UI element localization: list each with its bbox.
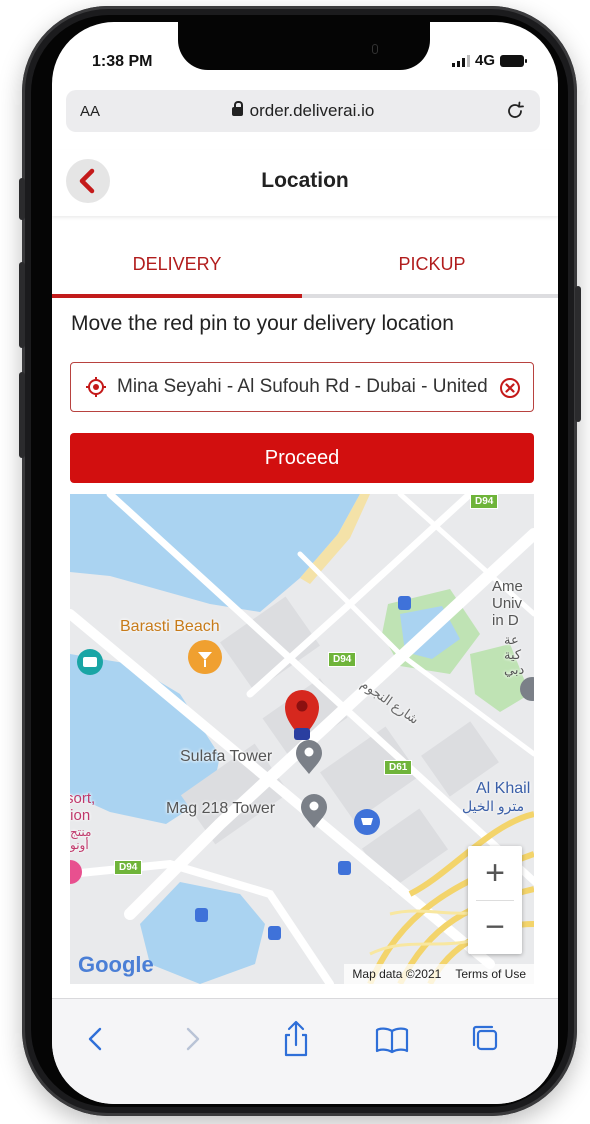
crosshair-icon[interactable] — [85, 376, 107, 398]
map-label-resort-ar: منتج أونو — [70, 825, 92, 852]
volume-down-button — [19, 372, 25, 458]
status-indicators: 4G — [451, 52, 527, 69]
forward-nav-icon[interactable] — [170, 1019, 214, 1059]
page-title: Location — [261, 169, 349, 192]
map-label-barasti: Barasti Beach — [120, 618, 220, 635]
road-badge-d94-top: D94 — [470, 494, 499, 509]
zoom-out-button[interactable]: − — [468, 900, 522, 954]
silent-switch — [19, 178, 25, 220]
map-label-university-ar: عة كية دبي — [504, 632, 525, 677]
url-display[interactable]: order.deliverai.io — [66, 101, 540, 121]
share-icon[interactable] — [274, 1019, 318, 1059]
signal-icon — [451, 54, 470, 67]
tab-active-indicator — [52, 294, 302, 298]
address-bar[interactable]: AA order.deliverai.io — [66, 90, 540, 132]
notch — [178, 22, 430, 70]
tabs-icon[interactable] — [464, 1019, 508, 1059]
camera-sensor — [372, 44, 378, 54]
instruction-text: Move the red pin to your delivery locati… — [71, 312, 454, 335]
terms-of-use-link[interactable]: Terms of Use — [455, 967, 526, 981]
phone-screen: 1:38 PM 4G AA order.deliverai.io Locatio… — [52, 22, 558, 1104]
map-canvas — [70, 494, 534, 984]
zoom-in-button[interactable]: + — [468, 846, 522, 900]
map-label-al-khail-ar: مترو الخيل — [462, 798, 525, 814]
map-view[interactable]: Barasti Beach Sulafa Tower Mag 218 Tower… — [70, 494, 534, 984]
map-label-sulafa: Sulafa Tower — [180, 748, 273, 765]
map-label-mag218: Mag 218 Tower — [166, 800, 276, 817]
network-label: 4G — [474, 52, 495, 69]
location-search-field[interactable] — [70, 362, 534, 412]
reload-icon[interactable] — [500, 96, 530, 126]
page-header: Location — [52, 150, 558, 216]
battery-icon — [500, 54, 527, 67]
browser-toolbar — [52, 998, 558, 1104]
map-label-al-khail: Al Khail — [476, 780, 531, 797]
status-time: 1:38 PM — [92, 53, 153, 70]
map-data-text: Map data ©2021 — [352, 967, 442, 981]
road-badge-d94-left: D94 — [114, 860, 143, 875]
road-badge-d94-mid: D94 — [328, 652, 357, 667]
clear-icon[interactable] — [499, 377, 521, 399]
power-button — [575, 286, 581, 422]
map-label-resort: sort, tion — [70, 790, 96, 824]
url-text: order.deliverai.io — [249, 101, 375, 120]
proceed-button[interactable]: Proceed — [70, 433, 534, 483]
zoom-control: + − — [468, 846, 522, 954]
tab-pickup[interactable]: PICKUP — [306, 254, 558, 275]
location-search-input[interactable] — [117, 363, 487, 411]
map-attribution: Map data ©2021 Terms of Use — [344, 964, 534, 984]
tab-delivery[interactable]: DELIVERY — [52, 254, 302, 275]
back-nav-icon[interactable] — [74, 1019, 118, 1059]
bookmarks-icon[interactable] — [370, 1019, 414, 1059]
tab-bar: DELIVERY PICKUP — [52, 244, 558, 300]
google-logo: Google — [78, 952, 154, 977]
map-label-university: Ame Univ in D — [492, 578, 523, 629]
volume-up-button — [19, 262, 25, 348]
lock-icon — [231, 101, 243, 116]
road-badge-d61: D61 — [384, 760, 413, 775]
